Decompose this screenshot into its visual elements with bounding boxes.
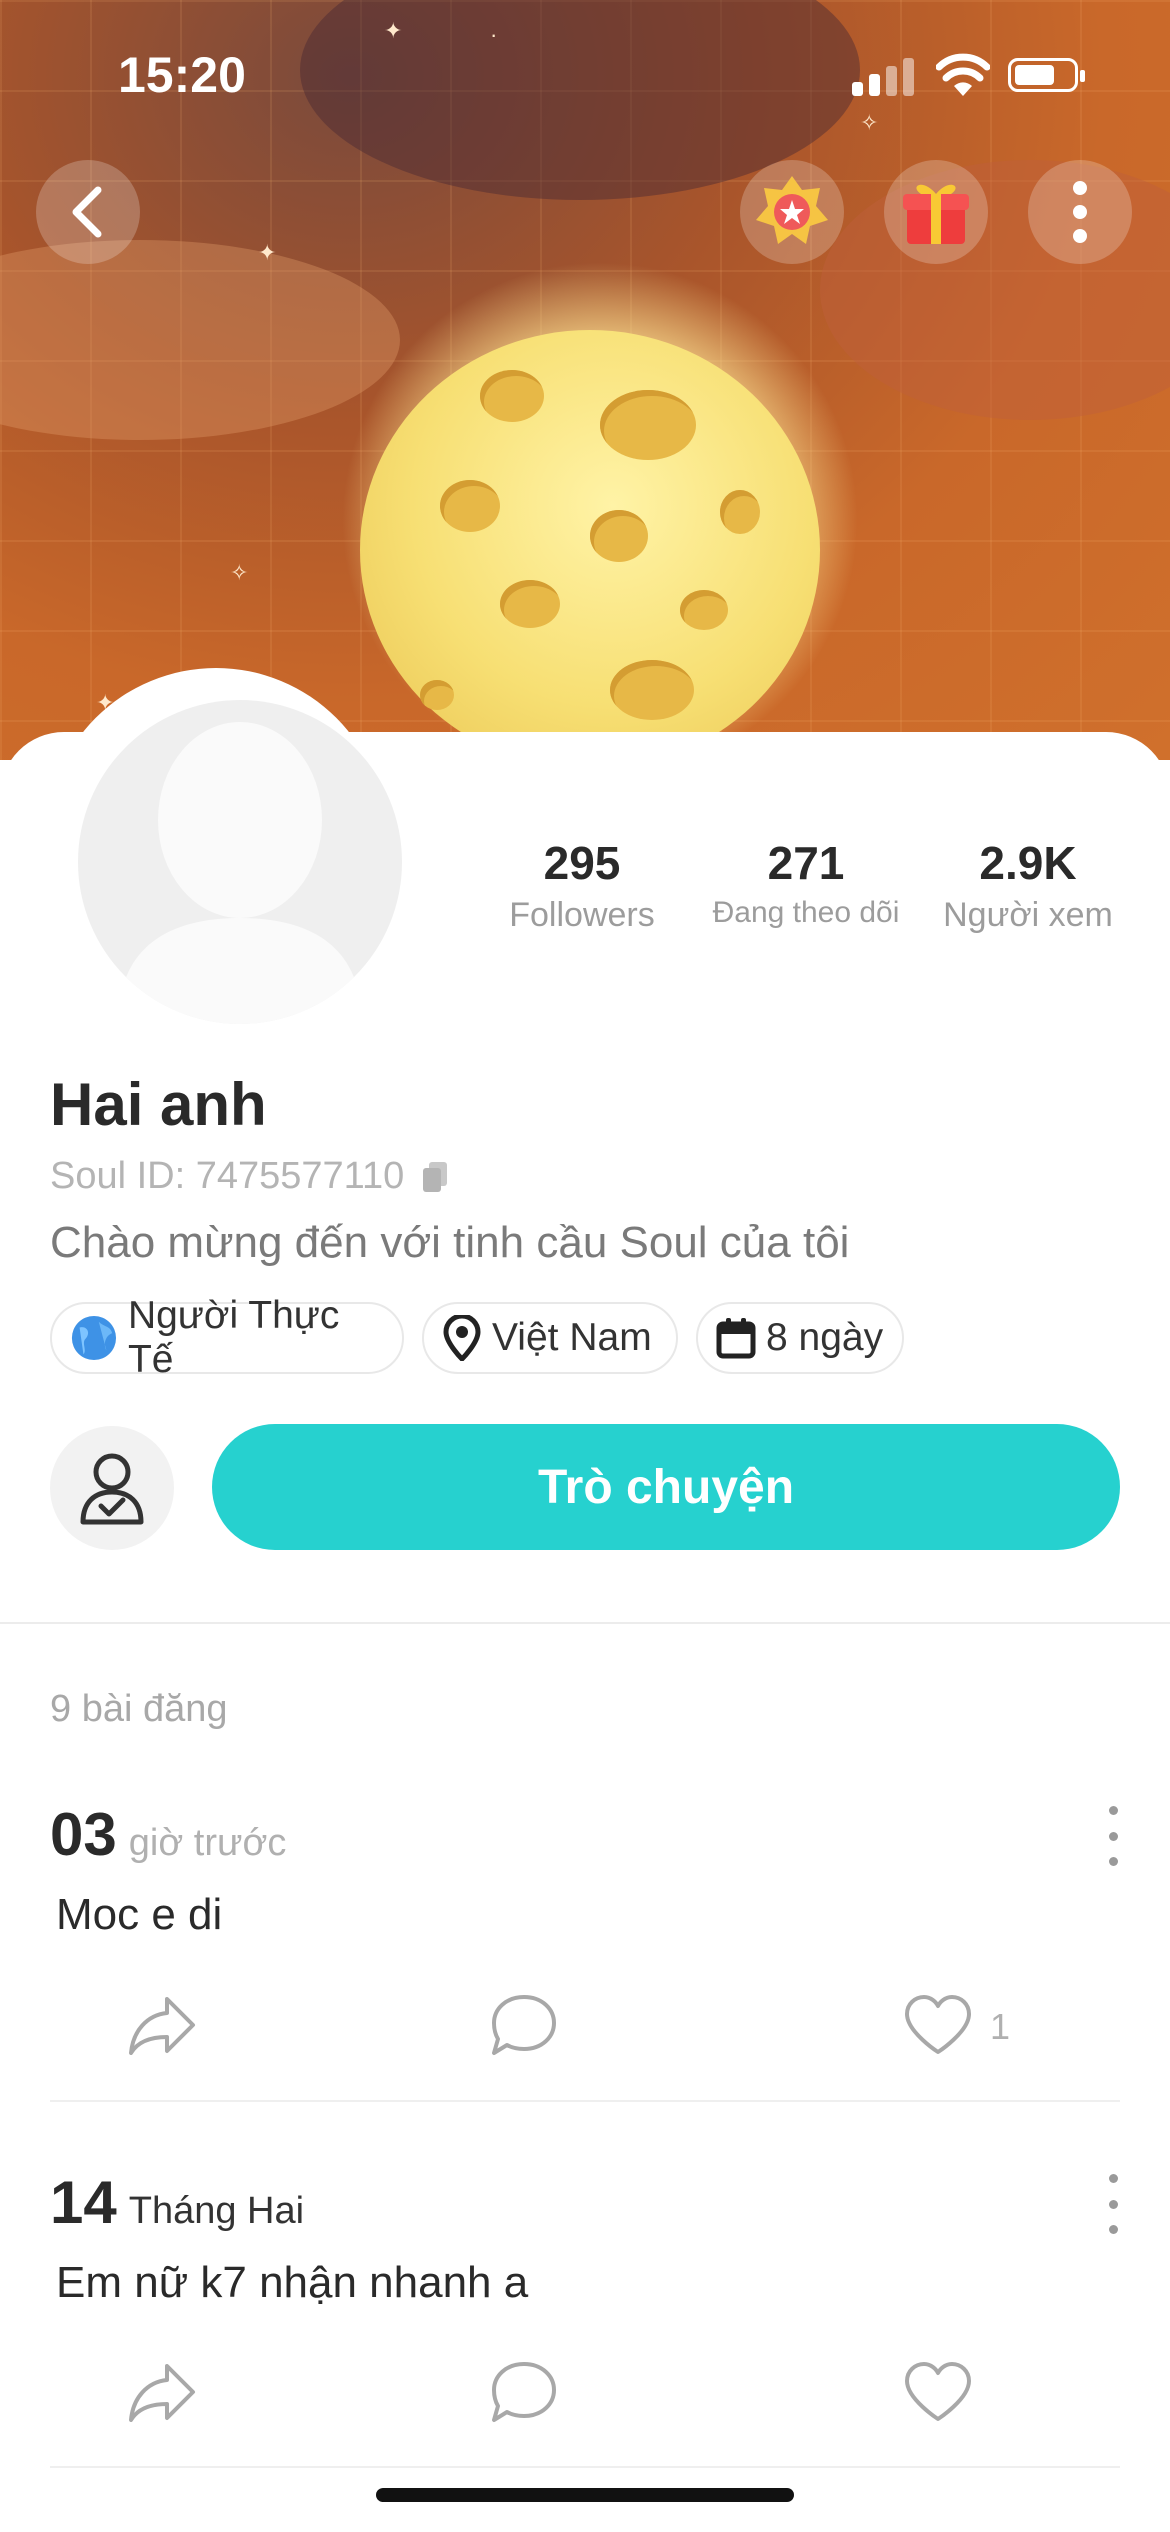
- back-button[interactable]: [36, 160, 140, 264]
- share-button[interactable]: [122, 2352, 202, 2432]
- comment-icon: [492, 2362, 556, 2422]
- cellular-signal-icon: [852, 56, 916, 96]
- stat-following[interactable]: 271 Đang theo dõi: [696, 836, 916, 930]
- badge-icon: [756, 176, 828, 244]
- default-avatar-icon: [118, 722, 362, 1024]
- chip-location-label: Việt Nam: [492, 1316, 652, 1359]
- section-divider: [0, 1622, 1170, 1624]
- soul-id-row: Soul ID: 7475577110: [50, 1155, 448, 1198]
- soul-id: Soul ID: 7475577110: [50, 1155, 405, 1197]
- post-day: 03: [50, 1801, 117, 1868]
- post-date: 14 Tháng Hai: [50, 2168, 304, 2237]
- post-date: 03 giờ trước: [50, 1800, 286, 1869]
- chip-days-label: 8 ngày: [766, 1316, 884, 1359]
- post-date-unit: giờ trước: [128, 1822, 287, 1864]
- post-text: Em nữ k7 nhận nhanh a: [56, 2258, 529, 2307]
- post-more-button[interactable]: [1098, 1806, 1128, 1866]
- chip-days[interactable]: 8 ngày: [696, 1302, 904, 1374]
- post-separator: [50, 2466, 1120, 2468]
- chip-real-person[interactable]: Người Thực Tế: [50, 1294, 404, 1381]
- chip-location[interactable]: Việt Nam: [422, 1302, 678, 1374]
- post-more-button[interactable]: [1098, 2174, 1128, 2234]
- profile-bio: Chào mừng đến với tinh cầu Soul của tôi: [50, 1218, 850, 1267]
- following-label: Đang theo dõi: [712, 896, 900, 929]
- heart-icon: [905, 2362, 971, 2421]
- share-icon: [129, 1997, 195, 2055]
- viewers-count: 2.9K: [979, 837, 1077, 889]
- share-button[interactable]: [122, 1985, 202, 2065]
- globe-icon: [71, 1315, 117, 1361]
- badge-button[interactable]: [740, 160, 844, 264]
- stat-followers[interactable]: 295 Followers: [472, 836, 692, 935]
- viewers-label: Người xem: [943, 896, 1113, 934]
- battery-icon: [1008, 58, 1085, 92]
- planet-illustration: [360, 330, 820, 760]
- comment-button[interactable]: [484, 2352, 564, 2432]
- comment-icon: [492, 1995, 556, 2055]
- wifi-icon: [936, 53, 990, 96]
- post-text: Moc e di: [56, 1890, 223, 1939]
- calendar-icon: [716, 1318, 756, 1359]
- post-separator: [50, 2100, 1120, 2102]
- status-time: 15:20: [118, 47, 246, 103]
- location-pin-icon: [443, 1315, 481, 1361]
- followers-label: Followers: [509, 896, 655, 934]
- follow-user-icon: [80, 1453, 144, 1525]
- comment-button[interactable]: [484, 1985, 564, 2065]
- gift-icon: [903, 184, 969, 244]
- follow-button[interactable]: [50, 1426, 174, 1550]
- share-icon: [129, 2364, 195, 2422]
- chat-button[interactable]: Trò chuyện: [212, 1424, 1120, 1550]
- status-bar: 15:20: [0, 0, 1170, 150]
- stat-viewers[interactable]: 2.9K Người xem: [918, 836, 1138, 935]
- home-indicator[interactable]: [376, 2488, 794, 2502]
- post-day: 14: [50, 2169, 117, 2236]
- like-button[interactable]: [898, 2352, 978, 2432]
- gift-button[interactable]: [884, 160, 988, 264]
- chip-real-person-label: Người Thực Tế: [127, 1294, 340, 1381]
- avatar[interactable]: [78, 700, 402, 1024]
- copy-icon[interactable]: [422, 1161, 448, 1193]
- heart-icon: [905, 1995, 971, 2054]
- more-icon: [1073, 181, 1087, 243]
- like-count: 1: [990, 2006, 1011, 2047]
- more-options-button[interactable]: [1028, 160, 1132, 264]
- back-icon: [72, 186, 102, 238]
- followers-count: 295: [543, 837, 621, 889]
- post-count: 9 bài đăng: [50, 1688, 228, 1730]
- post-date-unit: Tháng Hai: [128, 2190, 305, 2232]
- profile-name: Hai anh: [50, 1071, 267, 1138]
- like-button[interactable]: [898, 1985, 978, 2065]
- following-count: 271: [767, 837, 845, 889]
